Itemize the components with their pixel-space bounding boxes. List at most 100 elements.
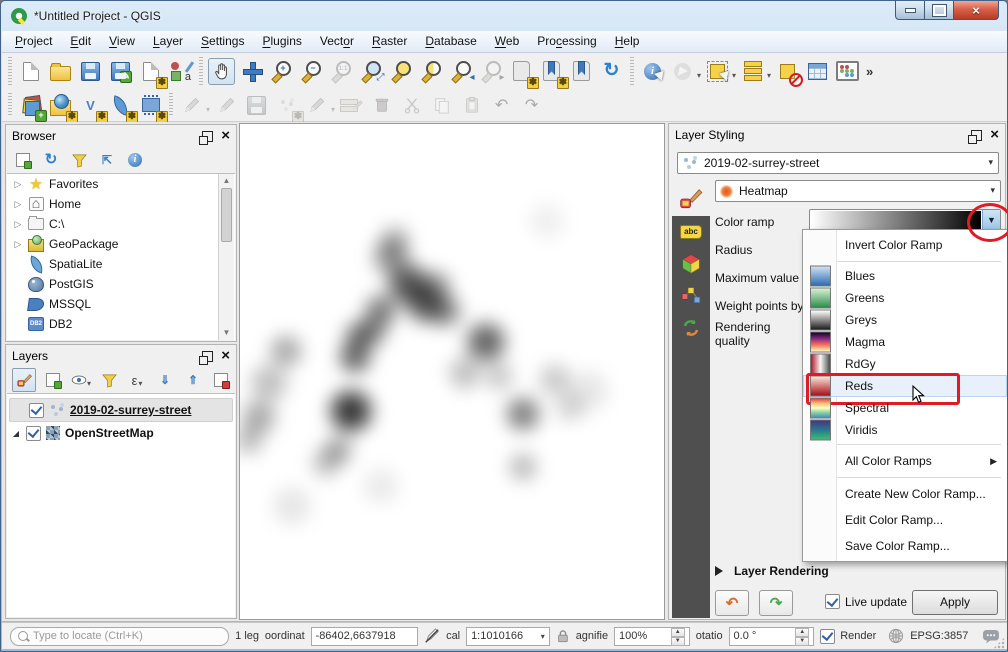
- toolbar-overflow-button[interactable]: »: [866, 64, 873, 79]
- menu-settings[interactable]: Settings: [192, 31, 253, 52]
- bookmark-manager-icon[interactable]: [568, 58, 595, 85]
- layer-row-heatmap[interactable]: 2019-02-surrey-street: [9, 398, 233, 422]
- new-shapefile-layer-icon[interactable]: V✽: [77, 92, 104, 119]
- browser-item-home[interactable]: ▷⌂Home: [7, 194, 235, 214]
- zoom-out-icon[interactable]: −: [298, 58, 325, 85]
- title-bar[interactable]: *Untitled Project - QGIS ×: [1, 1, 1007, 31]
- show-bookmarks-icon[interactable]: ✽: [538, 58, 565, 85]
- collapse-all-icon[interactable]: ⇑: [182, 369, 204, 391]
- close-panel-icon[interactable]: ×: [221, 130, 230, 142]
- style-manager-icon[interactable]: a: [167, 58, 194, 85]
- tab-3d[interactable]: [672, 248, 710, 280]
- styling-layer-selector[interactable]: 2019-02-surrey-street: [677, 152, 999, 174]
- zoom-in-icon[interactable]: +: [268, 58, 295, 85]
- menu-vector[interactable]: Vector: [311, 31, 363, 52]
- toolbar-grip[interactable]: [169, 93, 173, 117]
- toolbar-grip[interactable]: [630, 57, 634, 85]
- layer-checkbox[interactable]: [26, 426, 41, 441]
- save-project-icon[interactable]: [77, 58, 104, 85]
- filter-legend-icon[interactable]: [98, 369, 120, 391]
- float-panel-icon[interactable]: [202, 351, 213, 362]
- refresh-icon[interactable]: ↻: [598, 58, 625, 85]
- menu-item-reds[interactable]: Reds: [803, 375, 1007, 397]
- new-geopackage-layer-icon[interactable]: ✽: [47, 92, 74, 119]
- browser-scrollbar[interactable]: ▲ ▼: [218, 174, 234, 340]
- add-group-icon[interactable]: [42, 369, 64, 391]
- open-styling-panel-icon[interactable]: [12, 368, 36, 392]
- pan-map-icon[interactable]: [208, 58, 235, 85]
- new-spatialite-layer-icon[interactable]: ✽: [107, 92, 134, 119]
- expander-icon[interactable]: ◢: [11, 429, 21, 438]
- expander-icon[interactable]: ▷: [13, 179, 23, 190]
- live-update-checkbox[interactable]: Live update: [825, 594, 907, 609]
- toolbar-grip[interactable]: [8, 93, 12, 117]
- locator-search-input[interactable]: Type to locate (Ctrl+K): [10, 627, 229, 646]
- messages-icon[interactable]: [982, 629, 1000, 644]
- browser-item-c-[interactable]: ▷C:\: [7, 214, 235, 234]
- save-project-as-icon[interactable]: ✎: [107, 58, 134, 85]
- spin-buttons[interactable]: ▲▼: [795, 628, 809, 645]
- menu-layer[interactable]: Layer: [144, 31, 192, 52]
- menu-edit[interactable]: Edit: [61, 31, 100, 52]
- tab-labels[interactable]: abc: [672, 216, 710, 248]
- menu-item-invert-color-ramp[interactable]: Invert Color Ramp: [803, 232, 1007, 258]
- collapse-all-icon[interactable]: ⇱: [96, 149, 118, 171]
- lock-icon[interactable]: [556, 629, 570, 643]
- float-panel-icon[interactable]: [202, 131, 213, 142]
- toolbar-grip[interactable]: [8, 57, 12, 85]
- menu-item-viridis[interactable]: Viridis: [803, 419, 1007, 441]
- coordinate-input[interactable]: -86402,6637918: [311, 627, 419, 646]
- layer-rendering-section[interactable]: Layer Rendering: [715, 564, 829, 578]
- menu-item-greens[interactable]: Greens: [803, 287, 1007, 309]
- style-undo-button[interactable]: ↶: [715, 590, 749, 616]
- style-redo-button[interactable]: ↷: [759, 590, 793, 616]
- color-ramp-dropdown-arrow[interactable]: ▼: [982, 210, 1000, 230]
- menu-item-edit-color-ramp[interactable]: Edit Color Ramp...: [803, 507, 1007, 533]
- toolbar-grip[interactable]: [199, 57, 203, 85]
- menu-help[interactable]: Help: [606, 31, 649, 52]
- deselect-all-icon[interactable]: [774, 58, 801, 85]
- statistical-summary-icon[interactable]: [834, 58, 861, 85]
- apply-button[interactable]: Apply: [912, 590, 998, 615]
- remove-layer-icon[interactable]: [210, 369, 232, 391]
- render-checkbox[interactable]: Render: [820, 629, 876, 644]
- menu-web[interactable]: Web: [486, 31, 528, 52]
- layer-checkbox[interactable]: [29, 403, 44, 418]
- menu-item-greys[interactable]: Greys: [803, 309, 1007, 331]
- scroll-down-icon[interactable]: ▼: [219, 326, 234, 340]
- new-virtual-layer-icon[interactable]: ✽: [137, 92, 164, 119]
- browser-item-mssql[interactable]: MSSQL: [7, 294, 235, 314]
- pan-to-selection-icon[interactable]: [238, 58, 265, 85]
- menu-database[interactable]: Database: [416, 31, 485, 52]
- select-features-dropdown[interactable]: ▾: [732, 71, 736, 80]
- menu-item-all-color-ramps[interactable]: All Color Ramps▶: [803, 448, 1007, 474]
- new-project-icon[interactable]: [17, 58, 44, 85]
- maximize-button[interactable]: [925, 1, 953, 20]
- menu-item-save-color-ramp[interactable]: Save Color Ramp...: [803, 533, 1007, 559]
- magnifier-spinbox[interactable]: 100% ▲▼: [614, 627, 690, 646]
- scroll-up-icon[interactable]: ▲: [219, 174, 234, 188]
- menu-item-magma[interactable]: Magma: [803, 331, 1007, 353]
- expander-icon[interactable]: ▷: [13, 239, 23, 250]
- tracking-icon[interactable]: [424, 628, 440, 644]
- properties-widget-icon[interactable]: i: [124, 149, 146, 171]
- zoom-to-selection-icon[interactable]: [388, 58, 415, 85]
- close-button[interactable]: ×: [953, 1, 999, 20]
- layer-row-openstreetmap[interactable]: ◢ OpenStreetMap: [7, 422, 235, 444]
- browser-item-geopackage[interactable]: ▷GeoPackage: [7, 234, 235, 254]
- select-by-form-icon[interactable]: [739, 58, 766, 85]
- float-panel-icon[interactable]: [971, 130, 982, 141]
- map-canvas[interactable]: [239, 123, 665, 620]
- menu-item-spectral[interactable]: Spectral: [803, 397, 1007, 419]
- menu-project[interactable]: Project: [6, 31, 61, 52]
- tab-symbology[interactable]: [672, 182, 710, 216]
- rotation-spinbox[interactable]: 0.0 ° ▲▼: [729, 627, 815, 646]
- menu-plugins[interactable]: Plugins: [253, 31, 310, 52]
- open-project-icon[interactable]: [47, 58, 74, 85]
- expand-all-icon[interactable]: ⇓: [154, 369, 176, 391]
- expression-filter-icon[interactable]: ε▾: [126, 369, 148, 391]
- select-by-form-dropdown[interactable]: ▾: [767, 71, 771, 80]
- menu-item-rdgy[interactable]: RdGy: [803, 353, 1007, 375]
- crs-indicator[interactable]: EPSG:3857: [910, 630, 968, 642]
- menu-view[interactable]: View: [100, 31, 144, 52]
